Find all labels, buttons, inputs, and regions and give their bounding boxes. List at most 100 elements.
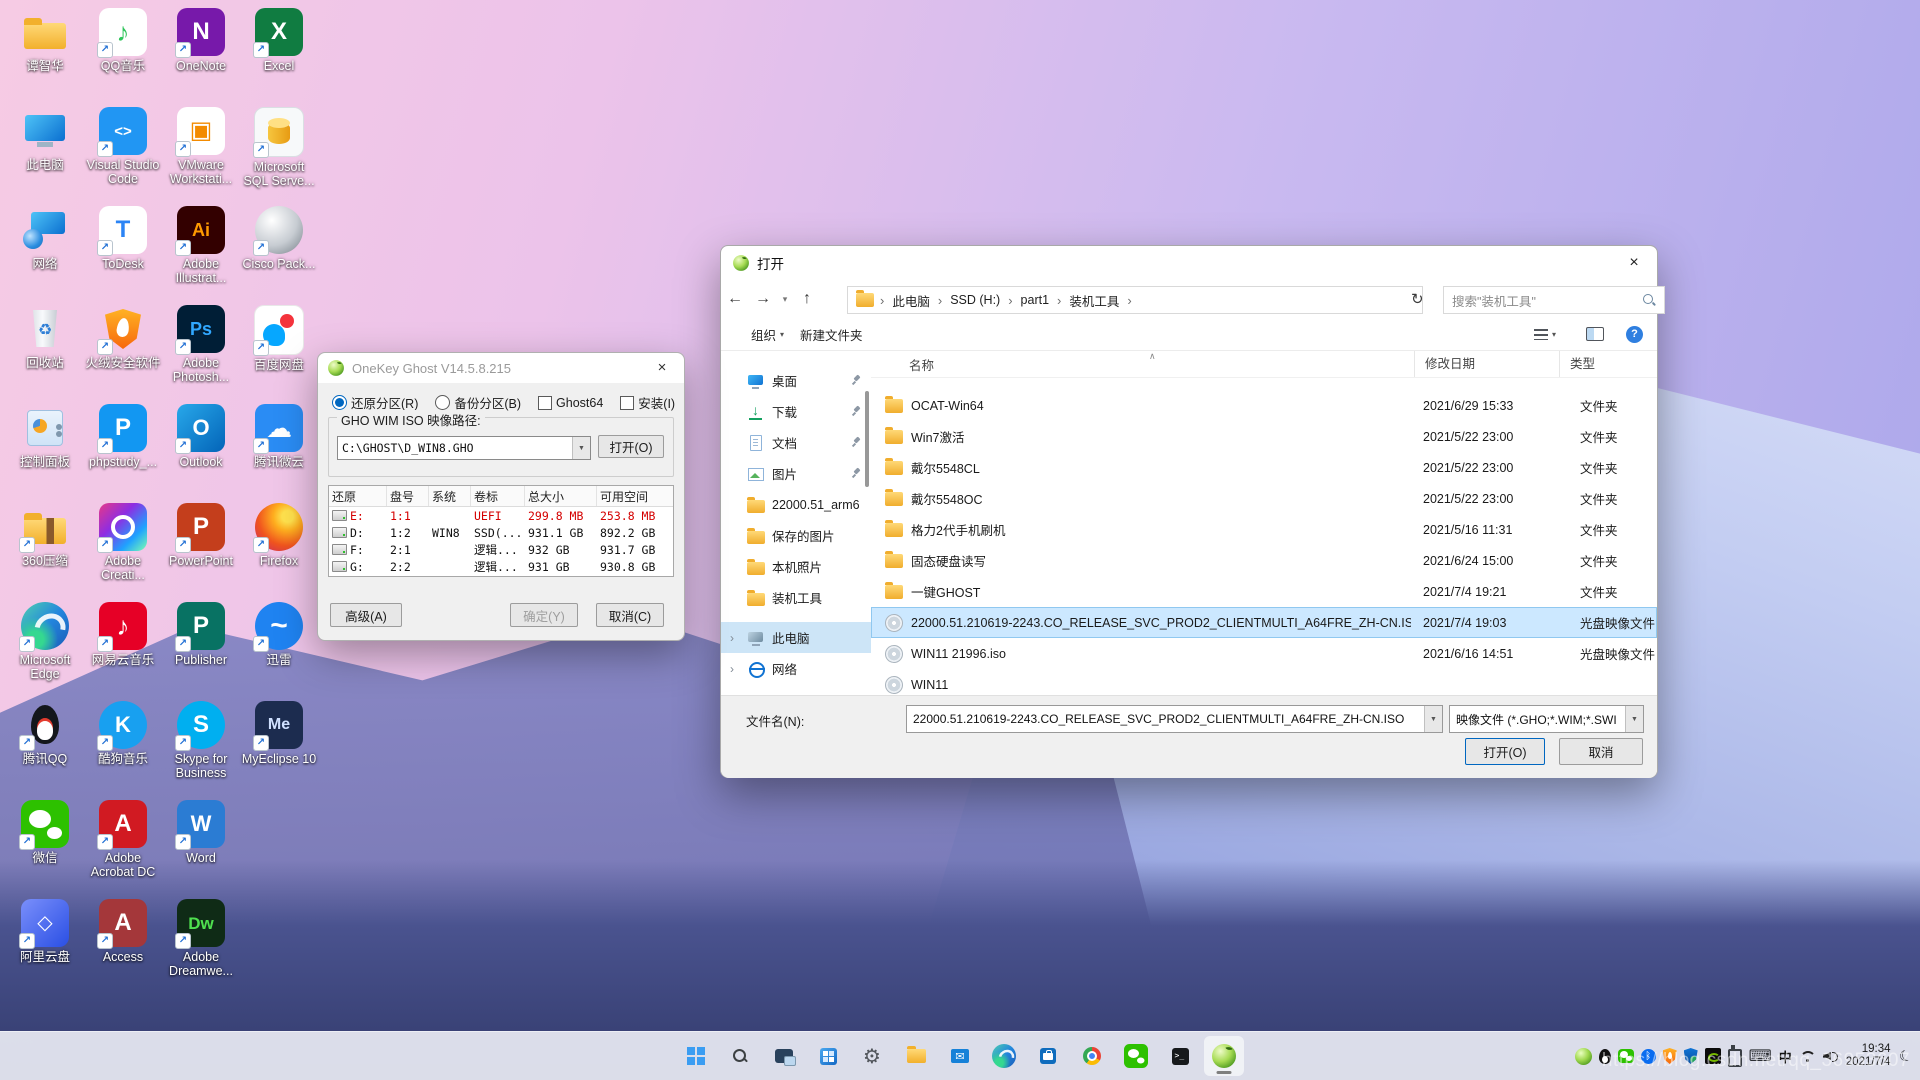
tray-nvidia-icon[interactable] bbox=[1704, 1048, 1721, 1064]
sidebar-item-documents[interactable]: 文档 bbox=[721, 427, 871, 458]
desktop-icon-publisher[interactable]: P ↗ Publisher bbox=[162, 602, 240, 701]
taskbar-store-button[interactable] bbox=[1028, 1036, 1068, 1076]
dropdown-arrow-icon[interactable]: ▼ bbox=[1625, 706, 1643, 732]
partition-table-header[interactable]: 总大小 bbox=[525, 486, 597, 506]
sidebar-item-saved-pictures[interactable]: 保存的图片 bbox=[721, 520, 871, 551]
column-header-date[interactable]: 修改日期 bbox=[1414, 351, 1475, 377]
sidebar-item-local-photos[interactable]: 本机照片 bbox=[721, 551, 871, 582]
breadcrumb-segment[interactable]: SSD (H:) bbox=[948, 293, 1002, 307]
taskbar-file-explorer-button[interactable] bbox=[896, 1036, 936, 1076]
desktop-icon-xunlei[interactable]: ~ ↗ 迅雷 bbox=[240, 602, 318, 701]
partition-row[interactable]: D: 1:2 WIN8 SSD(... 931.1 GB 892.2 GB bbox=[329, 524, 673, 541]
tray-defender-icon[interactable] bbox=[1683, 1048, 1698, 1064]
open-dialog-close-button[interactable]: × bbox=[1611, 246, 1657, 280]
taskbar-wechat-button[interactable] bbox=[1116, 1036, 1156, 1076]
ok-button[interactable]: 确定(Y) bbox=[510, 603, 578, 627]
desktop-icon-360zip[interactable]: ↗ 360压缩 bbox=[6, 503, 84, 602]
desktop-icon-onenote[interactable]: N ↗ OneNote bbox=[162, 8, 240, 107]
views-button[interactable]: ▾ bbox=[1526, 325, 1564, 344]
taskbar-onekey-ghost-button[interactable] bbox=[1204, 1036, 1244, 1076]
taskbar-search-button[interactable] bbox=[720, 1036, 760, 1076]
desktop-icon-network[interactable]: 网络 bbox=[6, 206, 84, 305]
cancel-button[interactable]: 取消 bbox=[1559, 738, 1643, 765]
desktop-icon-acrobat[interactable]: A ↗ Adobe Acrobat DC bbox=[84, 800, 162, 899]
sidebar-scrollbar[interactable] bbox=[865, 391, 869, 487]
partition-row[interactable]: E: 1:1 UEFI 299.8 MB 253.8 MB bbox=[329, 507, 673, 524]
refresh-button[interactable]: ↻ bbox=[1411, 290, 1424, 308]
desktop-icon-aliyun-drive[interactable]: ◇ ↗ 阿里云盘 bbox=[6, 899, 84, 998]
desktop-icon-vmware[interactable]: ▣ ↗ VMware Workstati... bbox=[162, 107, 240, 206]
desktop-icon-control-panel[interactable]: 控制面板 bbox=[6, 404, 84, 503]
taskbar-mail-button[interactable] bbox=[940, 1036, 980, 1076]
desktop-icon-wechat[interactable]: ↗ 微信 bbox=[6, 800, 84, 899]
desktop-icon-sql-server[interactable]: ↗ Microsoft SQL Serve... bbox=[240, 107, 318, 206]
desktop-icon-illustrator[interactable]: Ai ↗ Adobe Illustrat... bbox=[162, 206, 240, 305]
desktop-icon-edge[interactable]: ↗ Microsoft Edge bbox=[6, 602, 84, 701]
tray-wifi-icon[interactable] bbox=[1799, 1049, 1815, 1063]
column-header-type[interactable]: 类型 bbox=[1559, 351, 1595, 377]
partition-table-header[interactable]: 还原 bbox=[329, 486, 387, 506]
desktop-icon-word[interactable]: W ↗ Word bbox=[162, 800, 240, 899]
back-button[interactable]: ← bbox=[721, 290, 749, 308]
taskbar-clock[interactable]: 19:34 2021/7/4 bbox=[1846, 1043, 1891, 1070]
desktop-icon-excel[interactable]: X ↗ Excel bbox=[240, 8, 318, 107]
desktop-icon-myeclipse[interactable]: Me ↗ MyEclipse 10 bbox=[240, 701, 318, 800]
desktop-icon-this-pc[interactable]: 此电脑 bbox=[6, 107, 84, 206]
sidebar-item-desktop[interactable]: 桌面 bbox=[721, 365, 871, 396]
desktop-icon-powerpoint[interactable]: P ↗ PowerPoint bbox=[162, 503, 240, 602]
breadcrumb-segment[interactable]: part1 bbox=[1019, 293, 1052, 307]
file-row[interactable]: 戴尔5548OC 2021/5/22 23:00 文件夹 bbox=[871, 483, 1657, 514]
tray-usb-icon[interactable] bbox=[1727, 1044, 1742, 1067]
ghost64-checkbox[interactable]: Ghost64 bbox=[538, 395, 603, 410]
column-header-name[interactable]: 名称 bbox=[909, 355, 934, 374]
desktop-icon-phpstudy[interactable]: P ↗ phpstudy_... bbox=[84, 404, 162, 503]
dropdown-arrow-icon[interactable]: ▼ bbox=[1424, 706, 1442, 732]
chevron-right-icon[interactable]: › bbox=[730, 662, 734, 676]
file-row[interactable]: 固态硬盘读写 2021/6/24 15:00 文件夹 bbox=[871, 545, 1657, 576]
partition-row[interactable]: G: 2:2 逻辑... 931 GB 930.8 GB bbox=[329, 558, 673, 575]
partition-table-header[interactable]: 可用空间 bbox=[597, 486, 671, 506]
file-row[interactable]: 戴尔5548CL 2021/5/22 23:00 文件夹 bbox=[871, 452, 1657, 483]
tray-ime-icon[interactable]: 中 bbox=[1779, 1047, 1792, 1066]
filename-combobox[interactable]: 22000.51.210619-2243.CO_RELEASE_SVC_PROD… bbox=[906, 705, 1443, 733]
desktop-icon-firefox[interactable]: ↗ Firefox bbox=[240, 503, 318, 602]
open-button[interactable]: 打开(O) bbox=[1465, 738, 1545, 765]
tray-qq-icon[interactable] bbox=[1598, 1048, 1611, 1064]
focus-assist-moon-icon[interactable] bbox=[1899, 1047, 1912, 1066]
recent-locations-dropdown[interactable]: ▾ bbox=[777, 294, 793, 305]
partition-table-header[interactable]: 系统 bbox=[429, 486, 471, 506]
tray-onekey-ghost-icon[interactable] bbox=[1574, 1047, 1592, 1065]
preview-pane-button[interactable] bbox=[1578, 323, 1612, 345]
partition-row[interactable]: F: 2:1 逻辑... 932 GB 931.7 GB bbox=[329, 541, 673, 558]
onekey-close-button[interactable]: × bbox=[640, 353, 684, 383]
tray-keyboard-icon[interactable] bbox=[1749, 1046, 1772, 1066]
desktop-icon-outlook[interactable]: O ↗ Outlook bbox=[162, 404, 240, 503]
sidebar-item-this-pc[interactable]: › 此电脑 bbox=[721, 622, 871, 653]
browse-open-button[interactable]: 打开(O) bbox=[598, 435, 664, 458]
filetype-combobox[interactable]: 映像文件 (*.GHO;*.WIM;*.SWI ▼ bbox=[1449, 705, 1644, 733]
desktop-icon-skype-business[interactable]: S ↗ Skype for Business bbox=[162, 701, 240, 800]
file-row[interactable]: 一键GHOST 2021/7/4 19:21 文件夹 bbox=[871, 576, 1657, 607]
taskbar-chrome-button[interactable] bbox=[1072, 1036, 1112, 1076]
onekey-titlebar[interactable]: OneKey Ghost V14.5.8.215 × bbox=[318, 353, 684, 383]
tray-volume-icon[interactable] bbox=[1822, 1049, 1838, 1063]
sidebar-item-network[interactable]: › 网络 bbox=[721, 653, 871, 684]
forward-button[interactable]: → bbox=[749, 290, 777, 308]
file-row[interactable]: OCAT-Win64 2021/6/29 15:33 文件夹 bbox=[871, 390, 1657, 421]
cancel-button[interactable]: 取消(C) bbox=[596, 603, 664, 627]
tray-bluetooth-icon[interactable] bbox=[1640, 1048, 1656, 1064]
taskbar-start-button[interactable] bbox=[676, 1036, 716, 1076]
taskbar-edge-button[interactable] bbox=[984, 1036, 1024, 1076]
desktop-icon-qq-music[interactable]: ♪ ↗ QQ音乐 bbox=[84, 8, 162, 107]
address-bar[interactable]: › 此电脑 › SSD (H:) › part1 › 装机工具 › bbox=[847, 286, 1423, 314]
advanced-button[interactable]: 高级(A) bbox=[330, 603, 402, 627]
desktop-icon-user-folder[interactable]: 谭智华 bbox=[6, 8, 84, 107]
dropdown-arrow-icon[interactable]: ▼ bbox=[572, 437, 590, 459]
taskbar-task-view-button[interactable] bbox=[764, 1036, 804, 1076]
breadcrumb-segment[interactable]: 装机工具 bbox=[1067, 291, 1121, 310]
desktop-icon-photoshop[interactable]: Ps ↗ Adobe Photosh... bbox=[162, 305, 240, 404]
sidebar-item-downloads[interactable]: 下载 bbox=[721, 396, 871, 427]
desktop-icon-kugou-music[interactable]: K ↗ 酷狗音乐 bbox=[84, 701, 162, 800]
tray-wechat-icon[interactable] bbox=[1617, 1049, 1634, 1063]
image-path-combobox[interactable]: C:\GHOST\D_WIN8.GHO ▼ bbox=[337, 436, 591, 460]
